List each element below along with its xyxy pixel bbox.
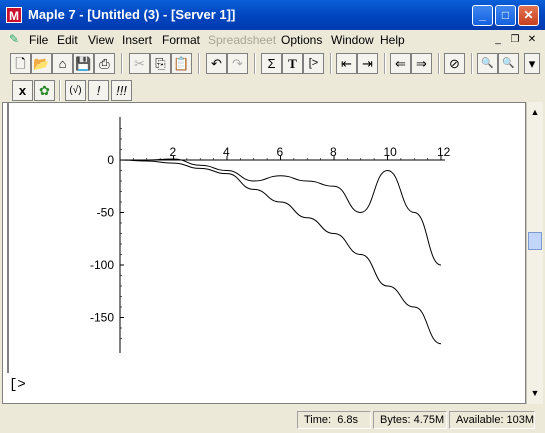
x-tick-label: 4 [223,145,230,159]
toolbar-overflow-icon[interactable]: ▾ [524,53,540,74]
redo-icon[interactable]: ↷ [227,53,248,74]
correct-syntax-button[interactable]: (√) [65,80,86,101]
menu-file[interactable]: File [29,33,48,47]
scroll-thumb[interactable] [528,232,542,250]
open-url-icon[interactable]: ⌂ [52,53,73,74]
x-tick-label: 12 [437,145,451,159]
mdi-minimize-button[interactable]: _ [491,34,505,46]
execution-prompt[interactable]: [> [9,377,26,393]
toolbar-separator [59,80,61,101]
menu-options[interactable]: Options [281,33,322,47]
text-input-button[interactable]: T [282,53,303,74]
close-button[interactable]: ✕ [518,5,539,26]
status-time: Time: 6.8s [297,411,371,429]
status-available: Available: 103M [449,411,535,429]
menu-view[interactable]: View [88,33,114,47]
title-bar: M Maple 7 - [Untitled (3) - [Server 1]] … [0,0,545,30]
toolbar-separator [330,53,332,74]
maple-app-icon[interactable]: M [6,7,22,23]
new-file-icon[interactable]: 🗋 [10,53,31,74]
scroll-up-icon[interactable]: ▲ [527,104,543,120]
cut-icon[interactable]: ✂ [129,53,150,74]
undo-icon[interactable]: ↶ [206,53,227,74]
x-tick-label: 2 [170,145,177,159]
x-tick-label: 10 [384,145,398,159]
outdent-icon[interactable]: ⇤ [336,53,357,74]
back-arrow-icon[interactable]: ⇐ [390,53,411,74]
status-bytes: Bytes: 4.75M [373,411,447,429]
toolbar-separator [198,53,200,74]
minimize-button[interactable]: _ [472,5,493,26]
y-tick-label: -50 [97,206,115,220]
math-input-button[interactable]: Σ [261,53,282,74]
save-icon[interactable]: 💾 [73,53,94,74]
series-line-1 [119,159,442,345]
scroll-down-icon[interactable]: ▼ [527,385,543,401]
print-icon[interactable]: ⎙ [94,53,115,74]
menu-spreadsheet: Spreadsheet [208,33,277,47]
indent-icon[interactable]: ⇥ [357,53,378,74]
plot-output[interactable]: 2 4 6 8 10 12 0 -50 -100 -150 [3,103,523,403]
y-tick-label: -150 [90,311,114,325]
open-folder-icon[interactable]: 📂 [31,53,52,74]
series-line-2 [120,158,442,266]
status-bar: Time: 6.8s Bytes: 4.75M Available: 103M [0,406,545,433]
mdi-close-button[interactable]: ✕ [525,34,539,46]
y-tick-label: 0 [107,153,114,167]
toolbar-separator [471,53,473,74]
context-toolbar: x ✿ (√) ! !!! [0,77,545,103]
document-menu-icon[interactable]: ✎ [7,32,21,46]
execute-button[interactable]: ! [88,80,109,101]
toolbar-separator [121,53,123,74]
x-tick-label: 6 [277,145,284,159]
menu-format[interactable]: Format [162,33,200,47]
y-tick-label: -100 [90,258,114,272]
menu-bar: ✎ File Edit View Insert Format Spreadshe… [0,30,545,49]
paste-icon[interactable]: 📋 [171,53,192,74]
menu-help[interactable]: Help [380,33,405,47]
maple-leaf-icon[interactable]: ✿ [34,80,55,101]
insert-prompt-button[interactable]: [> [303,53,324,74]
mdi-restore-button[interactable]: ❐ [508,34,522,46]
toolbar-separator [254,53,256,74]
forward-arrow-icon[interactable]: ⇒ [411,53,432,74]
zoom-in-icon[interactable]: 🔍 [477,53,498,74]
menu-insert[interactable]: Insert [122,33,152,47]
x-tick-label: 8 [330,145,337,159]
stop-computation-icon[interactable]: ⊘ [444,53,465,74]
maximize-button[interactable]: □ [495,5,516,26]
menu-edit[interactable]: Edit [57,33,78,47]
menu-window[interactable]: Window [331,33,374,47]
copy-icon[interactable]: ⎘ [150,53,171,74]
main-toolbar: 🗋 📂 ⌂ 💾 ⎙ ✂ ⎘ 📋 ↶ ↷ Σ T [> ⇤ ⇥ ⇐ ⇒ ⊘ 🔍 🔍… [0,50,545,76]
window-title: Maple 7 - [Untitled (3) - [Server 1]] [28,7,236,22]
execute-all-button[interactable]: !!! [111,80,132,101]
toolbar-separator [384,53,386,74]
math-mode-x-button[interactable]: x [12,80,33,101]
worksheet-area[interactable]: 2 4 6 8 10 12 0 -50 -100 -150 [> [2,102,526,404]
vertical-scrollbar[interactable]: ▲ ▼ [526,102,543,404]
toolbar-separator [438,53,440,74]
zoom-out-icon[interactable]: 🔍 [498,53,519,74]
